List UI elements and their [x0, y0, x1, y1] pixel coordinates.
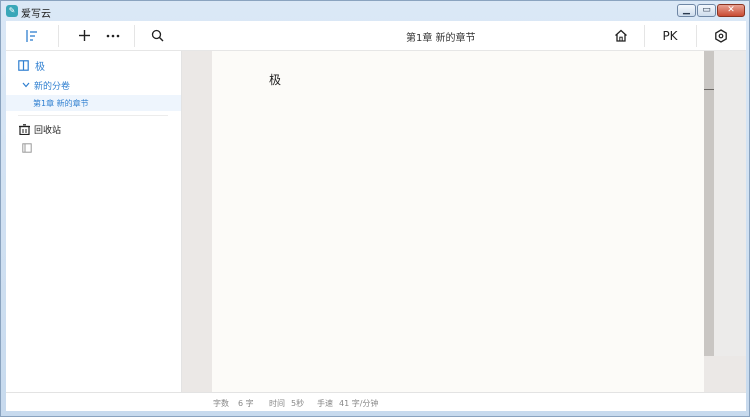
trash-icon: [19, 123, 30, 135]
speed-label: 手速: [317, 399, 333, 408]
maximize-icon: ▭: [702, 5, 711, 15]
right-margin-pane: [714, 51, 746, 356]
app-window: ✎ 爱写云 ▁ ▭ ✕ 第1章 新的章节 PK 极 新的分卷 第1章 新的章节 …: [0, 0, 750, 417]
window-title: 爱写云: [21, 9, 51, 20]
toolbar-divider: [696, 25, 697, 47]
trash-item[interactable]: 回收站: [6, 121, 181, 137]
volume-title: 新的分卷: [34, 81, 71, 92]
chevron-down-icon[interactable]: [22, 82, 30, 88]
chapter-item-label: 第1章 新的章节: [33, 98, 89, 108]
word-count-label: 字数: [213, 399, 229, 408]
more-button[interactable]: [103, 21, 123, 50]
chapter-item[interactable]: 第1章 新的章节: [6, 95, 181, 111]
toolbar: 第1章 新的章节 PK: [6, 21, 746, 51]
add-button[interactable]: [74, 21, 94, 50]
app-client-area: 第1章 新的章节 PK 极 新的分卷 第1章 新的章节 回收站 极 字数 6 字…: [6, 21, 746, 411]
outline-toggle-button[interactable]: [12, 21, 52, 50]
plus-icon: [78, 30, 90, 41]
maximize-button[interactable]: ▭: [697, 4, 716, 17]
book-icon: [18, 59, 29, 71]
trash-label: 回收站: [34, 125, 62, 136]
settings-button[interactable]: [710, 21, 732, 50]
volume-item[interactable]: 新的分卷: [6, 77, 181, 93]
word-count-value: 6 字: [238, 399, 254, 408]
toolbar-divider: [644, 25, 645, 47]
editor-scrollbar[interactable]: [704, 51, 714, 356]
minimize-button[interactable]: ▁: [677, 4, 696, 17]
app-logo-icon: ✎: [6, 5, 18, 17]
notebook-icon[interactable]: [22, 143, 32, 153]
pk-button[interactable]: PK: [656, 21, 684, 50]
home-button[interactable]: [610, 21, 632, 50]
speed-value: 41 字/分钟: [339, 399, 379, 408]
settings-icon: [715, 28, 727, 43]
book-item[interactable]: 极: [6, 57, 181, 73]
title-bar: ✎ 爱写云 ▁ ▭ ✕: [1, 1, 749, 21]
status-bar: 字数 6 字 时间 5秒 手速 41 字/分钟: [6, 392, 746, 411]
outline-toggle-icon: [26, 29, 37, 42]
toolbar-divider: [58, 25, 59, 47]
editor-paper[interactable]: 极: [212, 51, 704, 392]
close-icon: ✕: [727, 5, 735, 15]
home-icon: [615, 29, 627, 42]
close-button[interactable]: ✕: [717, 4, 745, 17]
search-icon: [151, 29, 163, 42]
time-value: 5秒: [291, 399, 305, 408]
sidebar: 极 新的分卷 第1章 新的章节 回收站: [6, 51, 182, 392]
current-chapter-title: 第1章 新的章节: [406, 33, 476, 44]
pk-label: PK: [662, 28, 678, 43]
toolbar-divider: [134, 25, 135, 47]
more-icon: [106, 34, 120, 37]
minimize-icon: ▁: [683, 5, 690, 15]
window-controls: ▁ ▭ ✕: [677, 4, 745, 17]
scrollbar-marker: [704, 89, 714, 90]
sidebar-divider: [18, 115, 168, 116]
time-label: 时间: [269, 399, 285, 408]
book-title: 极: [35, 61, 45, 73]
search-button[interactable]: [146, 21, 168, 50]
editor-content[interactable]: 极: [269, 71, 281, 88]
